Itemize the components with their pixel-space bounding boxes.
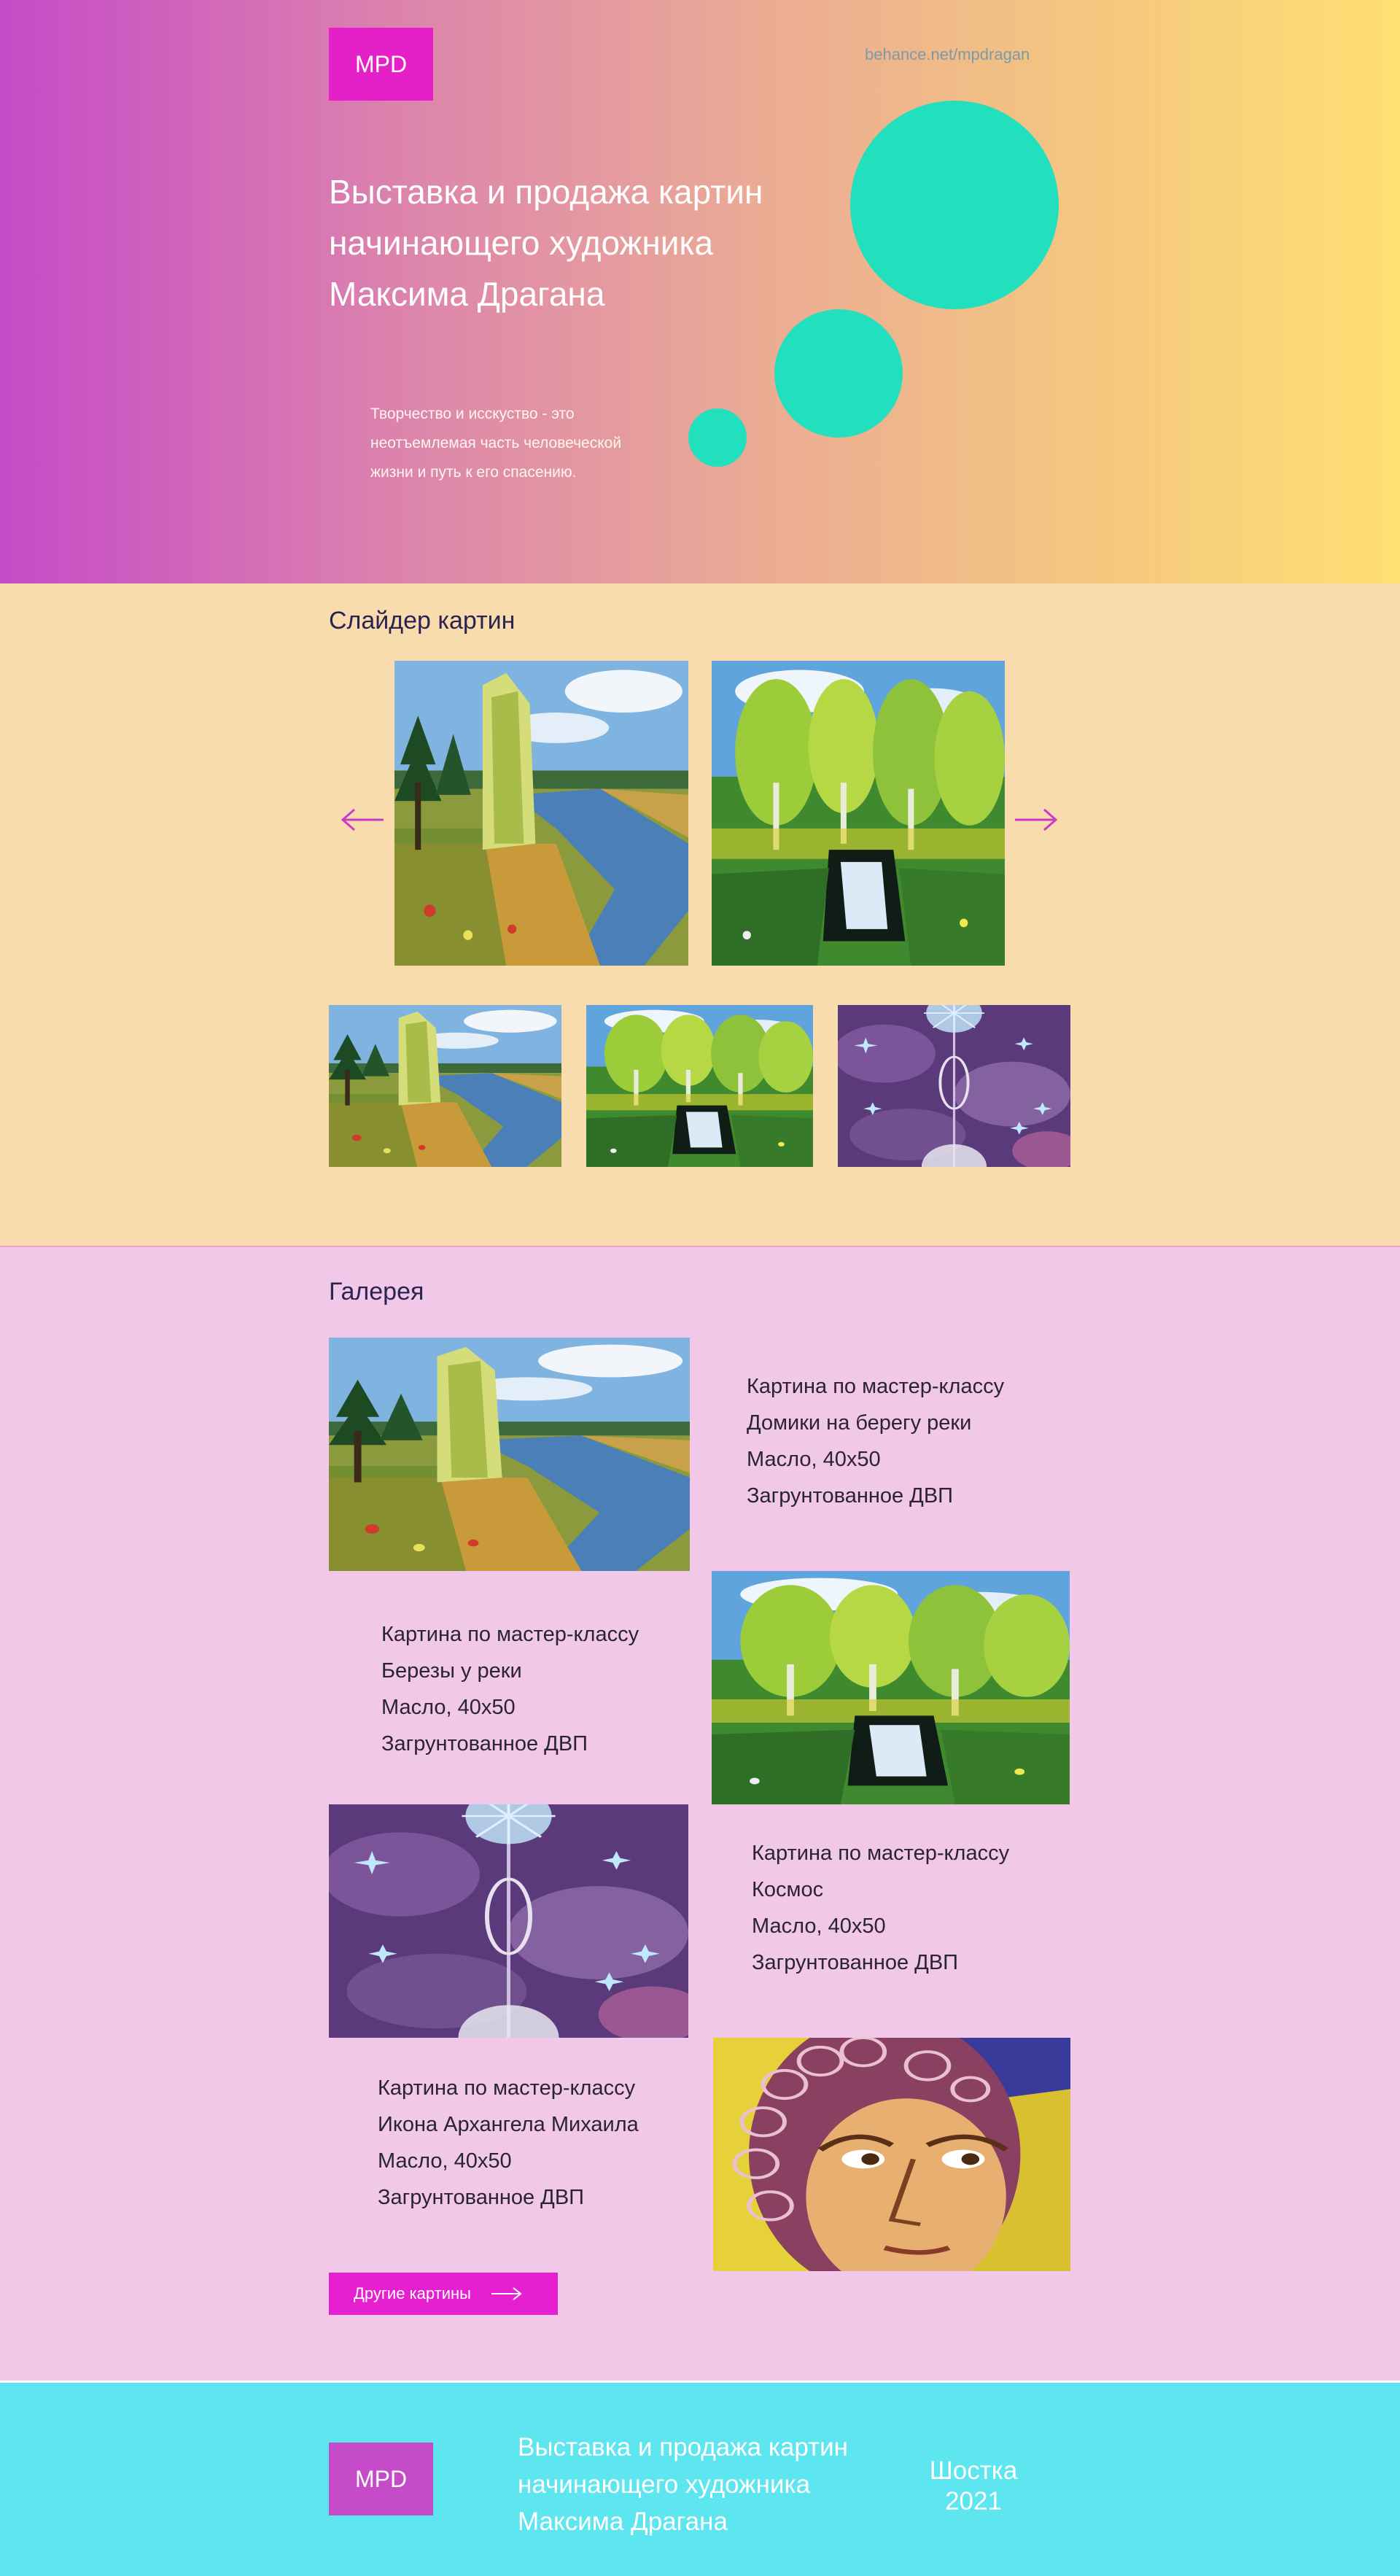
caption-line: Картина по мастер-классу bbox=[381, 1623, 639, 1646]
caption-line: Загрунтованное ДВП bbox=[752, 1951, 959, 1974]
hero-title-line: начинающего художника bbox=[329, 224, 714, 262]
hero-subtitle-line: жизни и путь к его спасению. bbox=[370, 464, 577, 481]
slider-painting-willows[interactable] bbox=[712, 661, 1005, 966]
gallery-painting-cosmos[interactable] bbox=[329, 1804, 688, 2038]
arrow-left-icon[interactable] bbox=[340, 805, 386, 834]
footer-title-line: Максима Драгана bbox=[518, 2507, 728, 2536]
logo[interactable]: MPD bbox=[329, 28, 433, 101]
footer-year: 2021 bbox=[945, 2487, 1002, 2515]
hero-section: MPD behance.net/mpdragan Выставка и прод… bbox=[0, 0, 1400, 583]
footer-title-line: начинающего художника bbox=[518, 2470, 811, 2499]
slider-painting-river[interactable] bbox=[394, 661, 688, 966]
arrow-right-icon[interactable] bbox=[1012, 805, 1059, 834]
caption-line: Загрунтованное ДВП bbox=[378, 2186, 585, 2209]
caption-line: Икона Архангела Михаила bbox=[378, 2113, 639, 2136]
caption-line: Космос bbox=[752, 1878, 824, 1901]
gallery-caption-1: Картина по мастер-классу Домики на берег… bbox=[747, 1368, 1004, 1514]
other-paintings-button[interactable]: Другие картины bbox=[329, 2273, 558, 2315]
hero-title-line: Выставка и продажа картин bbox=[329, 173, 763, 211]
gallery-painting-archangel[interactable] bbox=[713, 2038, 1070, 2271]
gallery-title: Галерея bbox=[329, 1278, 424, 1306]
caption-line: Масло, 40x50 bbox=[752, 1914, 886, 1938]
gallery-painting-river[interactable] bbox=[329, 1338, 690, 1571]
hero-subtitle: Творчество и исскуство - это неотъемлема… bbox=[370, 400, 691, 487]
footer-city: Шостка bbox=[929, 2456, 1018, 2485]
caption-line: Картина по мастер-классу bbox=[752, 1842, 1010, 1865]
other-paintings-label: Другие картины bbox=[354, 2284, 471, 2303]
gallery-caption-4: Картина по мастер-классу Икона Архангела… bbox=[378, 2070, 639, 2216]
caption-line: Масло, 40x50 bbox=[381, 1696, 516, 1719]
caption-line: Масло, 40x50 bbox=[747, 1448, 881, 1471]
footer-title-line: Выставка и продажа картин bbox=[518, 2433, 849, 2461]
caption-line: Масло, 40x50 bbox=[378, 2149, 512, 2173]
caption-line: Загрунтованное ДВП bbox=[747, 1484, 954, 1508]
hero-title-line: Максима Драгана bbox=[329, 275, 605, 313]
thumbnail-cosmos[interactable] bbox=[838, 1005, 1070, 1167]
thumbnail-river[interactable] bbox=[329, 1005, 561, 1167]
slider-section: Слайдер картин bbox=[0, 583, 1400, 1246]
caption-line: Березы у реки bbox=[381, 1659, 522, 1683]
decor-circle-small bbox=[688, 408, 747, 467]
caption-line: Картина по мастер-классу bbox=[747, 1375, 1005, 1398]
behance-link[interactable]: behance.net/mpdragan bbox=[865, 45, 1030, 64]
footer-location: Шостка 2021 bbox=[897, 2456, 1050, 2517]
gallery-section: Галерея Картина по мастер-классу Домики … bbox=[0, 1246, 1400, 2381]
thumbnail-willows[interactable] bbox=[586, 1005, 813, 1167]
gallery-painting-willows[interactable] bbox=[712, 1571, 1070, 1804]
caption-line: Домики на берегу реки bbox=[747, 1411, 972, 1435]
hero-title: Выставка и продажа картин начинающего ху… bbox=[329, 166, 883, 319]
arrow-right-icon bbox=[491, 2287, 522, 2300]
gallery-caption-3: Картина по мастер-классу Космос Масло, 4… bbox=[752, 1835, 1009, 1981]
decor-circle-large bbox=[850, 101, 1059, 309]
footer-logo[interactable]: MPD bbox=[329, 2443, 433, 2515]
hero-subtitle-line: неотъемлемая часть человеческой bbox=[370, 435, 622, 451]
footer-title: Выставка и продажа картин начинающего ху… bbox=[518, 2429, 897, 2540]
caption-line: Загрунтованное ДВП bbox=[381, 1732, 588, 1756]
slider-title: Слайдер картин bbox=[329, 607, 516, 635]
gallery-caption-2: Картина по мастер-классу Березы у реки М… bbox=[381, 1616, 639, 1762]
footer: MPD Выставка и продажа картин начинающег… bbox=[0, 2381, 1400, 2576]
caption-line: Картина по мастер-классу bbox=[378, 2076, 636, 2100]
decor-circle-medium bbox=[774, 309, 903, 438]
hero-subtitle-line: Творчество и исскуство - это bbox=[370, 406, 575, 422]
